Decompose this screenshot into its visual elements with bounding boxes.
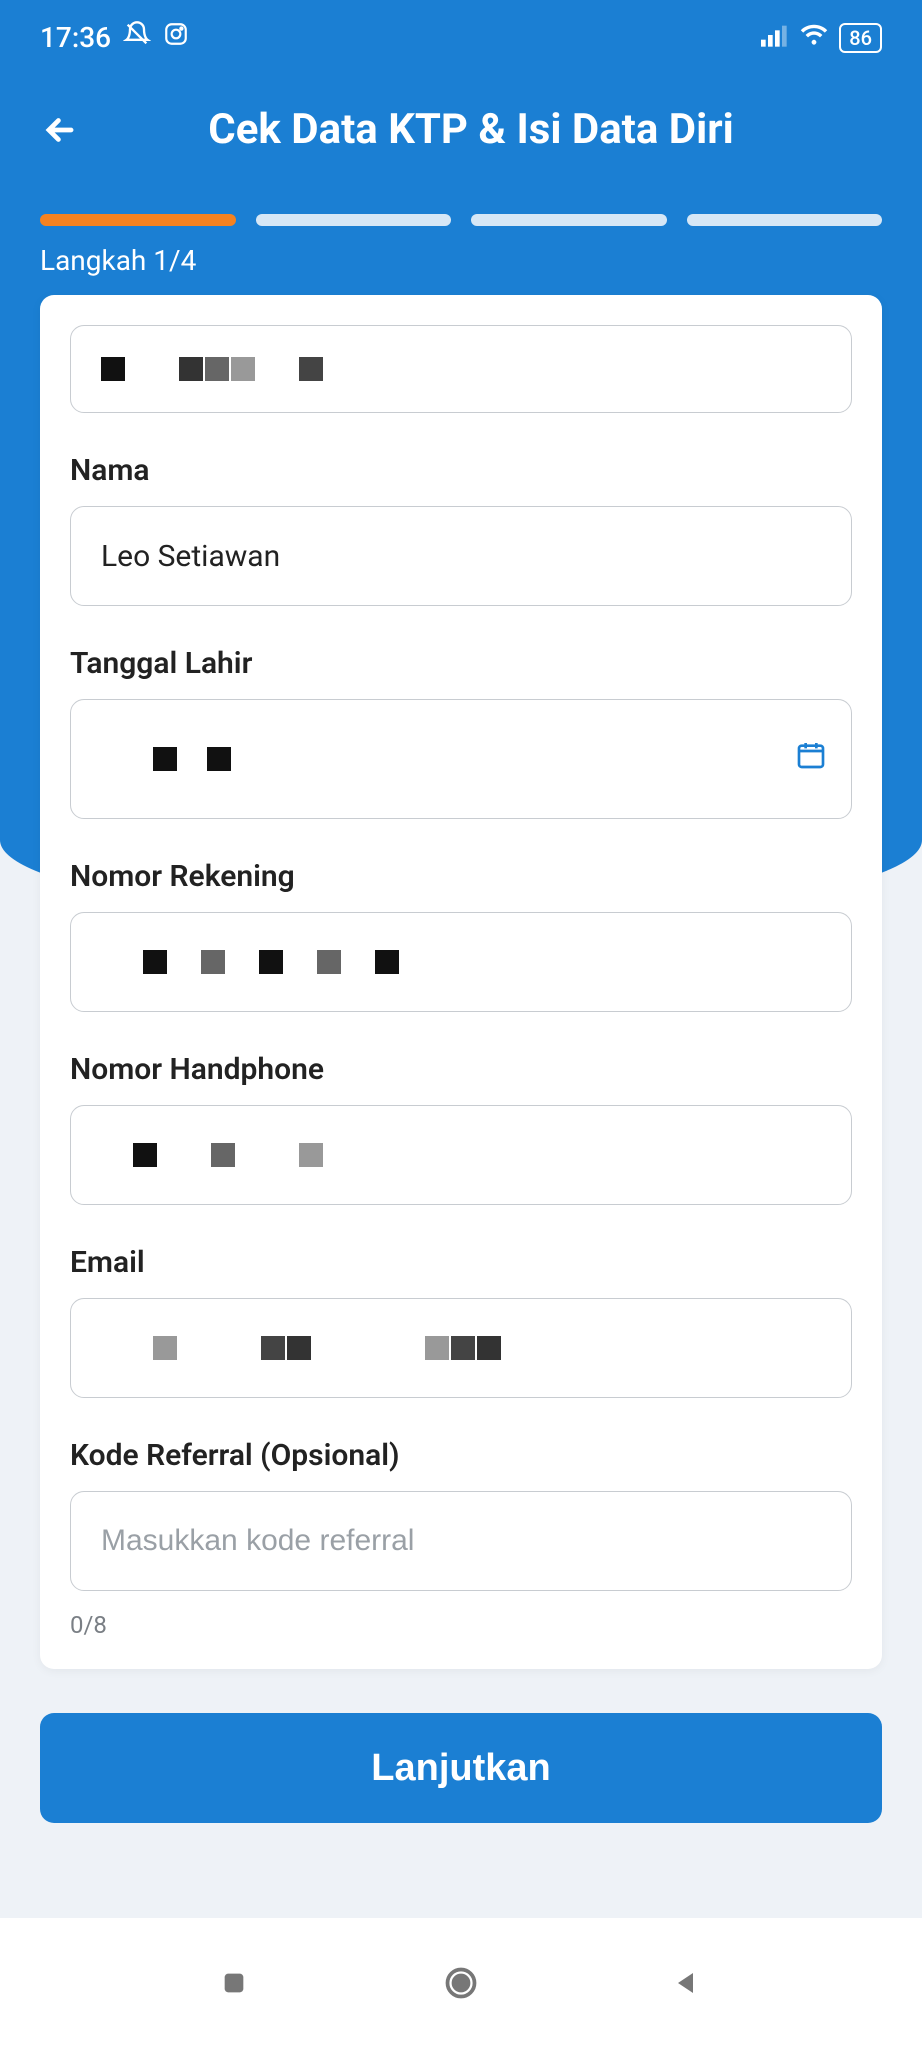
calendar-icon[interactable] <box>795 739 827 779</box>
referral-counter: 0/8 <box>70 1611 852 1639</box>
progress-step-2 <box>256 214 452 226</box>
referral-label: Kode Referral (Opsional) <box>70 1438 852 1473</box>
nama-input[interactable]: Leo Setiawan <box>70 506 852 606</box>
status-time: 17:36 <box>40 21 111 54</box>
hp-input[interactable] <box>70 1105 852 1205</box>
progress-bar <box>0 184 922 226</box>
continue-button[interactable]: Lanjutkan <box>40 1713 882 1823</box>
tgl-label: Tanggal Lahir <box>70 646 852 681</box>
recent-apps-button[interactable] <box>215 1964 253 2002</box>
signal-icon <box>761 21 789 54</box>
step-label: Langkah 1/4 <box>0 226 922 277</box>
nama-label: Nama <box>70 453 852 488</box>
page-title: Cek Data KTP & Isi Data Diri <box>120 105 822 154</box>
nama-value: Leo Setiawan <box>101 539 280 574</box>
email-label: Email <box>70 1245 852 1280</box>
progress-step-3 <box>471 214 667 226</box>
progress-step-1 <box>40 214 236 226</box>
status-bar: 17:36 86 <box>0 0 922 65</box>
referral-input[interactable] <box>70 1491 852 1591</box>
app-header: Cek Data KTP & Isi Data Diri <box>0 65 922 184</box>
back-nav-button[interactable] <box>669 1964 707 2002</box>
rek-input[interactable] <box>70 912 852 1012</box>
home-button[interactable] <box>442 1964 480 2002</box>
system-nav-bar <box>0 1918 922 2048</box>
form-card: Nama Leo Setiawan Tanggal Lahir Nomor Re… <box>40 295 882 1669</box>
nik-field[interactable] <box>70 325 852 413</box>
rek-label: Nomor Rekening <box>70 859 852 894</box>
battery-indicator: 86 <box>839 23 882 53</box>
wifi-icon <box>799 21 829 54</box>
hp-label: Nomor Handphone <box>70 1052 852 1087</box>
instagram-icon <box>163 21 189 54</box>
back-button[interactable] <box>40 110 80 150</box>
mute-icon <box>123 20 151 55</box>
continue-label: Lanjutkan <box>371 1747 550 1790</box>
progress-step-4 <box>687 214 883 226</box>
referral-text-input[interactable] <box>101 1524 821 1558</box>
email-input[interactable] <box>70 1298 852 1398</box>
tgl-input[interactable] <box>70 699 852 819</box>
